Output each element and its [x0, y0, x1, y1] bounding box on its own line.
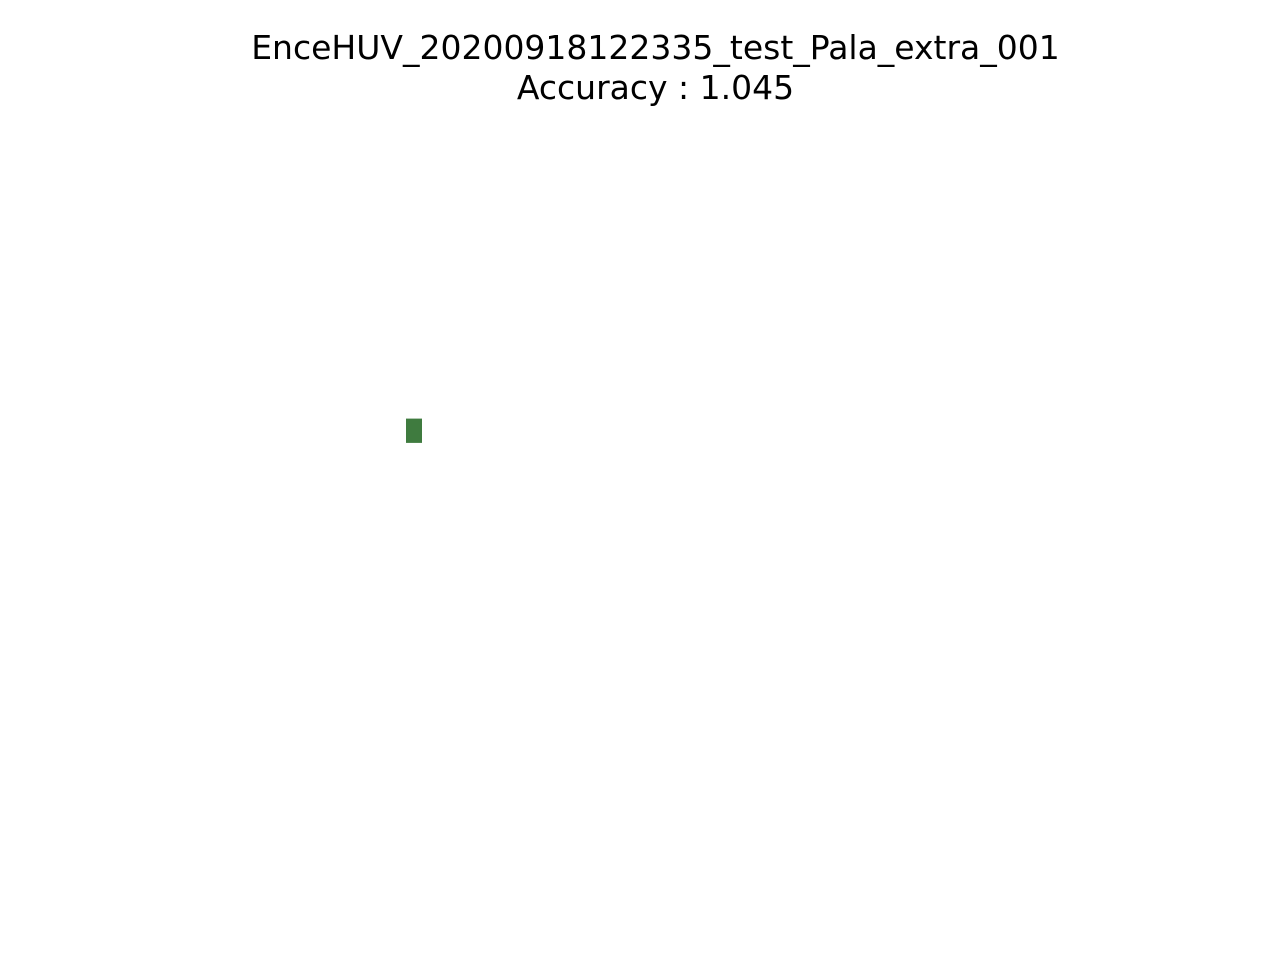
chart-plot-area: [406, 418, 422, 443]
heatmap-cell-0: [406, 418, 422, 443]
chart-figure: EnceHUV_20200918122335_test_Pala_extra_0…: [0, 0, 1280, 960]
